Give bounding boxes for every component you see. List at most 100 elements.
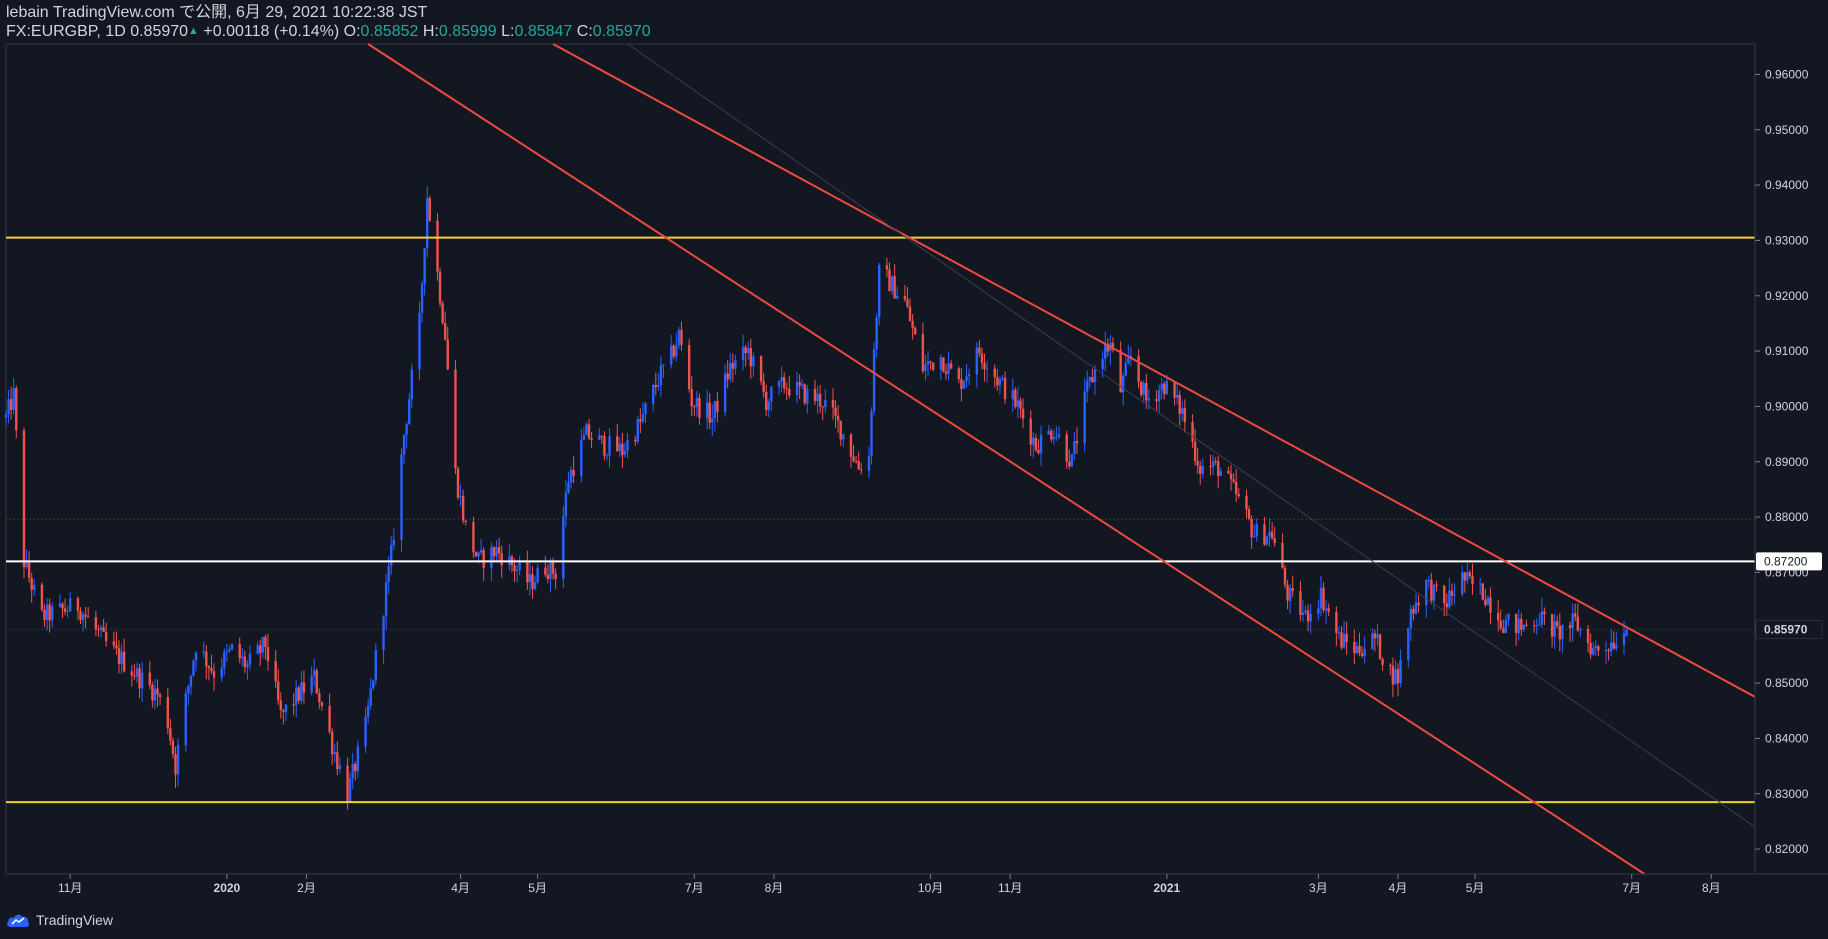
- candle-body: [446, 339, 449, 370]
- candle-body: [40, 584, 44, 610]
- price-axis[interactable]: 0.96000 0.95000 0.94000 0.93000 0.92000 0.910…: [1754, 44, 1823, 874]
- candle-body: [1037, 449, 1040, 454]
- candle-body: [562, 516, 565, 579]
- candle-body: [965, 376, 968, 382]
- candle-body: [1127, 358, 1130, 364]
- candle-body: [1139, 381, 1143, 395]
- candle-body: [387, 565, 390, 583]
- candle-body: [295, 687, 298, 706]
- candle-body: [1489, 597, 1492, 613]
- candle-body: [63, 608, 67, 612]
- candle-body: [911, 320, 914, 328]
- candle-body: [351, 763, 354, 779]
- candle-body: [582, 435, 586, 441]
- candle-body: [1019, 400, 1022, 409]
- candle-body: [1065, 434, 1068, 462]
- candle-body: [944, 371, 948, 374]
- candle-body: [390, 545, 393, 566]
- candle-body: [1147, 398, 1151, 401]
- candle-body: [1165, 381, 1169, 395]
- candle-body: [374, 649, 378, 681]
- candle-body: [384, 582, 388, 617]
- candle-body: [336, 752, 339, 770]
- price-tick-label: 0.89000: [1765, 455, 1809, 469]
- candle-body: [893, 276, 896, 299]
- candle-body: [382, 616, 385, 650]
- candle-body: [312, 670, 316, 676]
- candle-body: [408, 399, 411, 425]
- time-tick-label: 8月: [1702, 881, 1721, 895]
- candle-body: [821, 406, 824, 408]
- candle-body: [741, 347, 745, 361]
- candle-body: [84, 614, 87, 617]
- candle-body: [461, 496, 465, 521]
- price-tick-label: 0.84000: [1765, 731, 1809, 745]
- candle-body: [346, 765, 349, 803]
- candle-body: [993, 368, 996, 378]
- candle-body: [1471, 576, 1474, 585]
- candle-body: [1376, 634, 1379, 639]
- price-tick-label: 0.90000: [1765, 399, 1809, 413]
- candle-body: [734, 360, 737, 369]
- candle-body: [1104, 344, 1107, 359]
- candle-body: [171, 740, 175, 755]
- candle-body: [1083, 391, 1086, 444]
- candle-body: [120, 651, 123, 664]
- candle-body: [1263, 524, 1266, 545]
- candle-body: [1324, 608, 1328, 611]
- candle-body: [564, 492, 568, 517]
- candle-body: [621, 443, 624, 455]
- candle-body: [45, 604, 49, 620]
- time-axis[interactable]: 11月 2020 2月 4月 5月 7月 8月 10月 11月 2021 3月 4月 5月 7月 8月: [6, 873, 1828, 895]
- time-tick-label: 7月: [685, 881, 704, 895]
- candle-body: [1270, 531, 1274, 539]
- candle-body: [849, 434, 853, 457]
- candle-body: [1486, 597, 1490, 605]
- price-chart[interactable]: 0.96000 0.95000 0.94000 0.93000 0.92000 0.910…: [0, 0, 1828, 900]
- candle-body: [860, 469, 863, 471]
- candle-body: [364, 716, 367, 747]
- candle-body: [1484, 599, 1487, 605]
- candle-body: [1319, 587, 1323, 609]
- candle-body: [300, 682, 303, 701]
- candle-body: [921, 334, 925, 372]
- candle-body: [1163, 383, 1166, 395]
- candle-body: [425, 198, 429, 249]
- candle-body: [1088, 377, 1092, 381]
- candle-body: [1394, 668, 1397, 685]
- candle-body: [477, 552, 480, 557]
- candle-body: [130, 671, 134, 676]
- candle-body: [1532, 625, 1536, 627]
- candle-body: [777, 381, 781, 387]
- candle-body: [22, 430, 26, 568]
- candle-body: [1101, 358, 1104, 369]
- candle-body: [256, 645, 259, 654]
- candle-body: [48, 604, 51, 621]
- candle-body: [1453, 594, 1456, 596]
- candle-body: [875, 317, 878, 349]
- candle-body: [1571, 613, 1574, 629]
- candle-body: [1199, 465, 1202, 474]
- candle-body: [1070, 454, 1074, 467]
- candle-body: [947, 363, 950, 374]
- tradingview-logo[interactable]: TradingView: [6, 910, 113, 930]
- candle-body: [69, 598, 72, 612]
- candle-body: [1029, 418, 1032, 445]
- candle-body: [1052, 437, 1056, 440]
- candle-body: [174, 754, 177, 775]
- candle-body: [549, 560, 552, 580]
- candle-body: [895, 295, 899, 299]
- candle-body: [659, 365, 663, 385]
- candle-body: [443, 323, 447, 340]
- candle-body: [1191, 421, 1194, 442]
- candle-body: [603, 436, 606, 456]
- candle-body: [500, 553, 503, 566]
- candle-body: [1463, 572, 1466, 581]
- candle-body: [1360, 653, 1364, 656]
- plot-area[interactable]: [6, 44, 1755, 874]
- price-tick-label: 0.85000: [1765, 676, 1809, 690]
- candle-body: [1268, 531, 1271, 537]
- candle-body: [490, 547, 493, 568]
- candle-body: [1468, 572, 1472, 577]
- candle-body: [1496, 612, 1500, 621]
